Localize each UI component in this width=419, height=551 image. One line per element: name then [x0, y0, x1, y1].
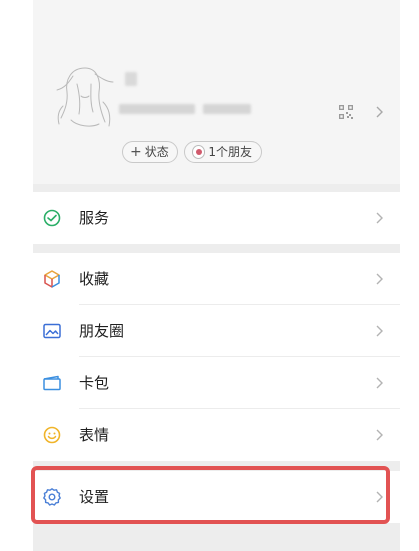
services-icon: [42, 208, 62, 228]
avatar-sketch-icon: [56, 67, 114, 127]
moments-photo-icon: [42, 321, 62, 341]
wechat-id-redacted-2: [203, 104, 251, 114]
menu-item-label: 朋友圈: [79, 322, 125, 340]
qr-code-icon[interactable]: [339, 104, 353, 119]
menu-item-favorites[interactable]: 收藏: [33, 253, 400, 305]
chevron-right-icon: [375, 211, 384, 225]
menu-item-moments[interactable]: 朋友圈: [33, 305, 400, 357]
menu-item-cards[interactable]: 卡包: [33, 357, 400, 409]
profile-header[interactable]: + 状态 1个朋友: [33, 0, 400, 184]
chevron-right-icon: [375, 324, 384, 338]
favorites-cube-icon: [42, 269, 62, 289]
plus-icon: +: [130, 144, 142, 160]
card-wallet-icon: [42, 373, 62, 393]
status-chip[interactable]: + 状态: [122, 141, 178, 163]
status-chip-label: 状态: [144, 145, 169, 159]
menu-item-services[interactable]: 服务: [33, 192, 400, 244]
menu-item-label: 表情: [79, 426, 110, 444]
settings-highlight-box: [31, 466, 390, 524]
friend-avatar-icon: [192, 145, 206, 159]
menu-item-stickers[interactable]: 表情: [33, 409, 400, 461]
chevron-right-icon: [375, 272, 384, 286]
menu-item-label: 卡包: [79, 374, 110, 392]
friends-chip[interactable]: 1个朋友: [184, 141, 262, 163]
avatar[interactable]: [51, 62, 123, 132]
chevron-right-icon: [375, 428, 384, 442]
chevron-right-icon: [375, 376, 384, 390]
nickname-redacted: [125, 72, 137, 86]
menu-item-label: 收藏: [79, 270, 110, 288]
wechat-id-redacted: [119, 104, 195, 114]
menu-item-label: 服务: [79, 209, 110, 227]
chevron-right-icon: [375, 105, 384, 119]
smiley-face-icon: [42, 425, 62, 445]
friends-chip-label: 1个朋友: [208, 145, 252, 159]
